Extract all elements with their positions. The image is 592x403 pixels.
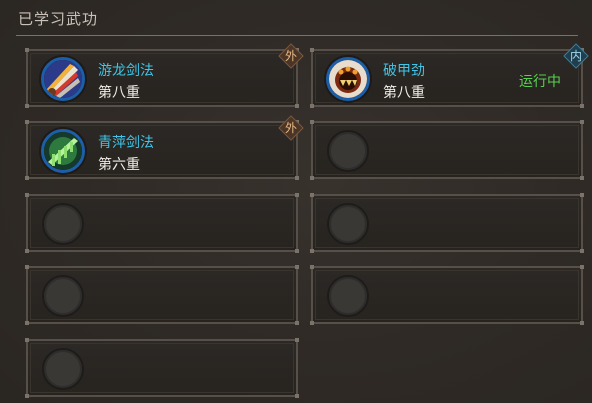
empty-skill-slot[interactable] (310, 193, 584, 253)
sword-fan-icon (41, 57, 85, 101)
running-status: 运行中 (519, 74, 561, 90)
internal-badge: 内 (563, 43, 589, 69)
empty-icon-slot (42, 275, 84, 317)
external-badge: 外 (278, 115, 304, 141)
skill-name: 青萍剑法 (98, 135, 154, 151)
empty-skill-slot[interactable] (25, 193, 299, 253)
external-badge: 外 (278, 43, 304, 69)
empty-icon-slot (42, 203, 84, 245)
empty-skill-slot[interactable] (310, 265, 584, 325)
panel-title: 已学习武功 (18, 10, 99, 28)
skill-slot[interactable]: 青萍剑法 第六重 外 (25, 115, 304, 180)
empty-skill-slot[interactable] (25, 265, 299, 325)
empty-skill-slot[interactable] (310, 120, 584, 180)
empty-skill-slot[interactable] (25, 338, 299, 398)
beast-fist-icon (326, 57, 370, 101)
title-divider (16, 35, 578, 36)
skill-slot[interactable]: 游龙剑法 第八重 外 (25, 43, 304, 108)
green-sword-icon (41, 129, 85, 173)
skill-name: 游龙剑法 (98, 63, 154, 79)
empty-icon-slot (327, 130, 369, 172)
learned-skills-panel: 已学习武功 游龙剑法 第八重 外 破甲劲 第八重 运行中 内 青萍剑法 第六重 … (0, 0, 592, 403)
empty-icon-slot (327, 203, 369, 245)
empty-icon-slot (42, 348, 84, 390)
skill-level: 第八重 (383, 85, 425, 101)
skill-level: 第八重 (98, 85, 140, 101)
skill-level: 第六重 (98, 157, 140, 173)
empty-icon-slot (327, 275, 369, 317)
skill-name: 破甲劲 (383, 63, 425, 79)
skill-slot[interactable]: 破甲劲 第八重 运行中 内 (310, 43, 589, 108)
